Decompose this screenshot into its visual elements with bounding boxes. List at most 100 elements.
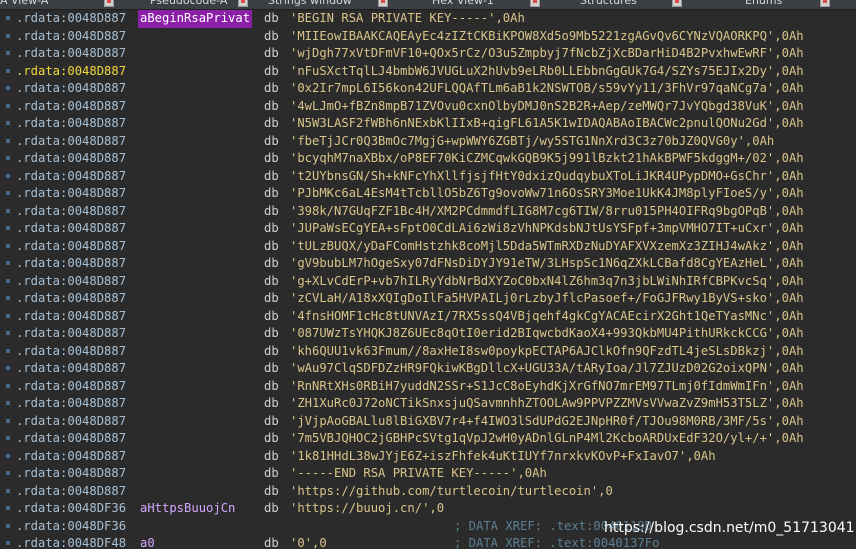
operand-string[interactable]: 't2UYbnsGN/Sh+kNFcYhXllfjsjfHtY0dxizQudq… — [290, 168, 804, 186]
listing-row[interactable]: .rdata:0048D887 db '-----END RSA PRIVATE K… — [0, 465, 856, 483]
tab-strings-window[interactable]: Strings window — [268, 0, 352, 8]
address[interactable]: .rdata:0048D887 — [16, 28, 126, 46]
listing-row[interactable]: .rdata:0048D887 db 'fbeTjJCr0Q3BmOc7MgjG+w… — [0, 133, 856, 151]
address[interactable]: .rdata:0048DF36 — [16, 518, 126, 536]
address[interactable]: .rdata:0048D887 — [16, 185, 126, 203]
address[interactable]: .rdata:0048D887 — [16, 133, 126, 151]
listing-row[interactable]: .rdata:0048DF36 aHttpsBuuojCn db 'https://b… — [0, 500, 856, 518]
address[interactable]: .rdata:0048D887 — [16, 63, 126, 81]
address[interactable]: .rdata:0048D887 — [16, 273, 126, 291]
symbol-label[interactable]: aHttpsBuuojCn — [140, 500, 235, 518]
close-tab-icon[interactable] — [530, 0, 540, 7]
listing-row[interactable]: .rdata:0048D887 db 'JUPaWsECgYEA+sFptO0CdL… — [0, 220, 856, 238]
listing-row[interactable]: .rdata:0048D887 db 'tULzBUQX/yDaFComHstzhk… — [0, 238, 856, 256]
close-tab-icon[interactable] — [672, 0, 682, 7]
address[interactable]: .rdata:0048D887 — [16, 255, 126, 273]
operand-string[interactable]: 'https://buuoj.cn/',0 — [290, 500, 444, 518]
operand-string[interactable]: 'gV9bubLM7hOgeSxy07dFNsDiDYJY91eTW/3LHsp… — [290, 255, 804, 273]
listing-row[interactable]: .rdata:0048D887 db '4wLJmO+fBZn8mpB71ZVOvu… — [0, 98, 856, 116]
operand-string[interactable]: 'zCVLaH/A18xXQIgDoIlFa5HVPAILj0rLzbyJflc… — [290, 290, 804, 308]
listing-row[interactable]: .rdata:0048D887 db 'wjDgh77xVtDFmVF10+QOx5… — [0, 45, 856, 63]
address[interactable]: .rdata:0048D887 — [16, 360, 126, 378]
operand-string[interactable]: 'tULzBUQX/yDaFComHstzhk8coMjl5Dda5WTmRXD… — [290, 238, 804, 256]
listing-row[interactable]: .rdata:0048D887 db 'MIIEowIBAAKCAQEAyEc4zI… — [0, 28, 856, 46]
operand-string[interactable]: '0x2Ir7mpL6I56kon42UFLQQAfTLm6aB1k2NSWTO… — [290, 80, 804, 98]
address[interactable]: .rdata:0048D887 — [16, 465, 126, 483]
listing-row[interactable]: .rdata:0048D887 aBeginRsaPrivat db 'BEGIN R… — [0, 10, 856, 28]
symbol-label[interactable]: aBeginRsaPrivat — [138, 10, 253, 28]
listing-row[interactable]: .rdata:0048D887 db 'https://github.com/tur… — [0, 483, 856, 501]
operand-string[interactable]: 'bcyqhM7naXBbx/oP8EF70KiCZMCqwkGQB9K5j99… — [290, 150, 804, 168]
operand-string[interactable]: '0',0 — [290, 535, 327, 549]
operand-string[interactable]: 'https://github.com/turtlecoin/turtlecoi… — [290, 483, 613, 501]
listing-row[interactable]: .rdata:0048D887 db '7m5VBJQHOC2jGBHPcSVtg1… — [0, 430, 856, 448]
operand-string[interactable]: 'jVjpAoGBALlu8lBiGXBV7r4+f4IWO3lSdUPdG2E… — [290, 413, 804, 431]
close-tab-icon[interactable] — [238, 0, 248, 7]
address[interactable]: .rdata:0048D887 — [16, 448, 126, 466]
tab-enums[interactable]: Enums — [745, 0, 782, 8]
tab-pseudocode[interactable]: Pseudocode-A — [150, 0, 227, 8]
address[interactable]: .rdata:0048D887 — [16, 483, 126, 501]
operand-string[interactable]: 'ZH1XuRc0J72oNCTikSnxsjuQSavmnhhZTOOLAw9… — [290, 395, 804, 413]
listing-row[interactable]: .rdata:0048D887 db 't2UYbnsGN/Sh+kNFcYhXll… — [0, 168, 856, 186]
operand-string[interactable]: 'fbeTjJCr0Q3BmOc7MgjG+wpWWY6ZGBTj/wy5STG… — [290, 133, 774, 151]
operand-string[interactable]: 'wjDgh77xVtDFmVF10+QOx5rCz/O3u5Zmpbyj7fN… — [290, 45, 804, 63]
symbol-label[interactable]: a0 — [140, 535, 155, 549]
tab-ida-view[interactable]: A View-A — [0, 0, 48, 8]
address[interactable]: .rdata:0048D887 — [16, 325, 126, 343]
operand-string[interactable]: '-----END RSA PRIVATE KEY-----',0Ah — [290, 465, 547, 483]
operand-string[interactable]: 'PJbMKc6aL4EsM4tTcbllO5bZ6Tg9ovoWw71n6Os… — [290, 185, 804, 203]
listing-row[interactable]: .rdata:0048D887 db 'gV9bubLM7hOgeSxy07dFNs… — [0, 255, 856, 273]
address[interactable]: .rdata:0048D887 — [16, 168, 126, 186]
operand-string[interactable]: 'g+XLvCdErP+vb7hILRyYdbNrBdXYZoC0bxN4lZ6… — [290, 273, 804, 291]
operand-string[interactable]: '087UWzTsYHQKJ8Z6UEc8qOtI0erid2BIqwcbdKa… — [290, 325, 804, 343]
listing-row[interactable]: .rdata:0048D887 db '087UWzTsYHQKJ8Z6UEc8qO… — [0, 325, 856, 343]
listing-row[interactable]: .rdata:0048D887 db 'N5W3LASF2fWBh6nNExbKlI… — [0, 115, 856, 133]
address[interactable]: .rdata:0048D887 — [16, 378, 126, 396]
address[interactable]: .rdata:0048D887 — [16, 308, 126, 326]
address[interactable]: .rdata:0048D887 — [16, 45, 126, 63]
address[interactable]: .rdata:0048D887 — [16, 430, 126, 448]
operand-string[interactable]: 'kh6QUU1vk63Fmum//8axHeI8sw0poykpECTAP6A… — [290, 343, 804, 361]
address[interactable]: .rdata:0048D887 — [16, 10, 126, 28]
address[interactable]: .rdata:0048D887 — [16, 98, 126, 116]
listing-row[interactable]: .rdata:0048D887 db 'zCVLaH/A18xXQIgDoIlFa5… — [0, 290, 856, 308]
tab-structures[interactable]: Structures — [580, 0, 637, 8]
operand-string[interactable]: '398k/N7GUqFZF1Bc4H/XM2PCdmmdfLIG8M7cg6T… — [290, 203, 804, 221]
listing-row[interactable]: .rdata:0048D887 db 'ZH1XuRc0J72oNCTikSnxsj… — [0, 395, 856, 413]
address[interactable]: .rdata:0048D887 — [16, 290, 126, 308]
address[interactable]: .rdata:0048D887 — [16, 413, 126, 431]
listing-row[interactable]: .rdata:0048D887 db '1k81HHdL38wJYjE6Z+iszF… — [0, 448, 856, 466]
operand-string[interactable]: 'wAu97ClqSDFDZzHR9FQkiwKBgDllcX+UGU33A/t… — [290, 360, 804, 378]
listing-row[interactable]: .rdata:0048DF48 a0 db '0',0 ; DATA XREF: .te… — [0, 535, 856, 549]
operand-string[interactable]: '1k81HHdL38wJYjE6Z+iszFhfek4uKtIUYf7nrxk… — [290, 448, 716, 466]
operand-string[interactable]: 'MIIEowIBAAKCAQEAyEc4zIZtCKBiKPOW8Xd5o9M… — [290, 28, 804, 46]
address[interactable]: .rdata:0048D887 — [16, 150, 126, 168]
close-tab-icon[interactable] — [104, 0, 114, 7]
operand-string[interactable]: '4wLJmO+fBZn8mpB71ZVOvu0cxnOlbyDMJ0nS2B2… — [290, 98, 804, 116]
address[interactable]: .rdata:0048DF48 — [16, 535, 126, 549]
listing-row[interactable]: .rdata:0048D887 db 'wAu97ClqSDFDZzHR9FQkiw… — [0, 360, 856, 378]
address[interactable]: .rdata:0048D887 — [16, 115, 126, 133]
address[interactable]: .rdata:0048D887 — [16, 203, 126, 221]
listing-row[interactable]: .rdata:0048D887 db 'PJbMKc6aL4EsM4tTcbllO5… — [0, 185, 856, 203]
operand-string[interactable]: '7m5VBJQHOC2jGBHPcSVtg1qVpJ2wH0yADnlGLnP… — [290, 430, 804, 448]
close-tab-icon[interactable] — [378, 0, 388, 7]
listing-row[interactable]: .rdata:0048D887 db '4fnsHOMF1cHc8tUNVAzI/7… — [0, 308, 856, 326]
listing-row[interactable]: .rdata:0048D887 db 'kh6QUU1vk63Fmum//8axHe… — [0, 343, 856, 361]
disassembly-listing[interactable]: .rdata:0048D887 aBeginRsaPrivat db 'BEGIN R… — [0, 10, 856, 549]
operand-string[interactable]: 'BEGIN RSA PRIVATE KEY-----',0Ah — [290, 10, 525, 28]
operand-string[interactable]: 'nFuSXctTqlLJ4bmbW6JVUGLuX2hUvb9eLRb0LLE… — [290, 63, 804, 81]
listing-row[interactable]: .rdata:0048D887 db '0x2Ir7mpL6I56kon42UFLQ… — [0, 80, 856, 98]
address[interactable]: .rdata:0048D887 — [16, 80, 126, 98]
listing-row[interactable]: .rdata:0048D887 db 'nFuSXctTqlLJ4bmbW6JVUG… — [0, 63, 856, 81]
listing-row[interactable]: .rdata:0048D887 db 'RnNRtXHs0RBiH7yuddN2SS… — [0, 378, 856, 396]
operand-string[interactable]: 'RnNRtXHs0RBiH7yuddN2SSr+S1JcC8oEyhdKjXr… — [290, 378, 804, 396]
operand-string[interactable]: 'N5W3LASF2fWBh6nNExbKlIIxB+qigFL61A5K1wI… — [290, 115, 804, 133]
address[interactable]: .rdata:0048DF36 — [16, 500, 126, 518]
listing-row[interactable]: .rdata:0048D887 db '398k/N7GUqFZF1Bc4H/XM2… — [0, 203, 856, 221]
address[interactable]: .rdata:0048D887 — [16, 220, 126, 238]
listing-row[interactable]: .rdata:0048D887 db 'g+XLvCdErP+vb7hILRyYdb… — [0, 273, 856, 291]
address[interactable]: .rdata:0048D887 — [16, 238, 126, 256]
tab-hex-view[interactable]: Hex View-1 — [432, 0, 494, 8]
